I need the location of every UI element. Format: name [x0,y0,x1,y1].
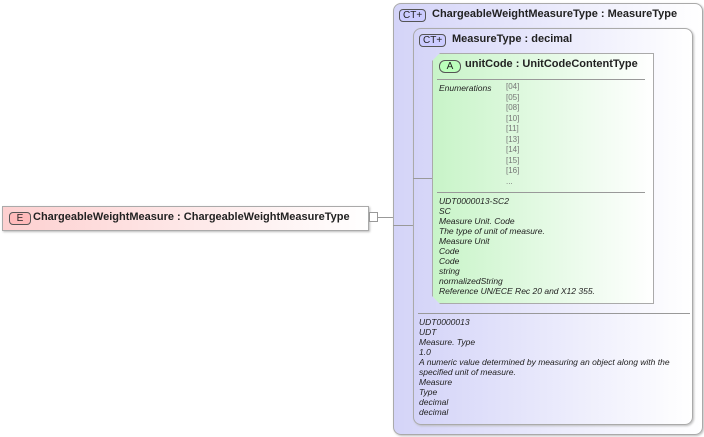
collapse-toggle[interactable] [369,212,378,222]
attribute-box[interactable]: A unitCode : UnitCodeContentType Enumera… [432,53,654,304]
element-title: ChargeableWeightMeasure : ChargeableWeig… [33,211,350,223]
complex-type-badge: CT+ [399,9,427,22]
outer-type-title: ChargeableWeightMeasureType : MeasureTyp… [432,8,678,20]
attribute-docs: UDT0000013-SC2 SC Measure Unit. Code The ty… [439,196,595,296]
enumeration-list: [04] [05] [08] [10] [11] [13] [14] [15] [16]... [506,82,520,186]
element-box[interactable]: E ChargeableWeightMeasure : ChargeableWe… [2,206,369,231]
inner-type-docs: UDT0000013 UDT Measure. Type 1.0 A numeric v… [419,317,670,417]
complex-type-badge: CT+ [419,34,447,47]
inner-type-title: MeasureType : decimal [452,33,573,45]
attribute-title: unitCode : UnitCodeContentType [465,58,638,70]
attribute-badge: A [439,60,461,73]
enumerations-label: Enumerations [439,83,492,93]
element-badge: E [9,212,31,225]
